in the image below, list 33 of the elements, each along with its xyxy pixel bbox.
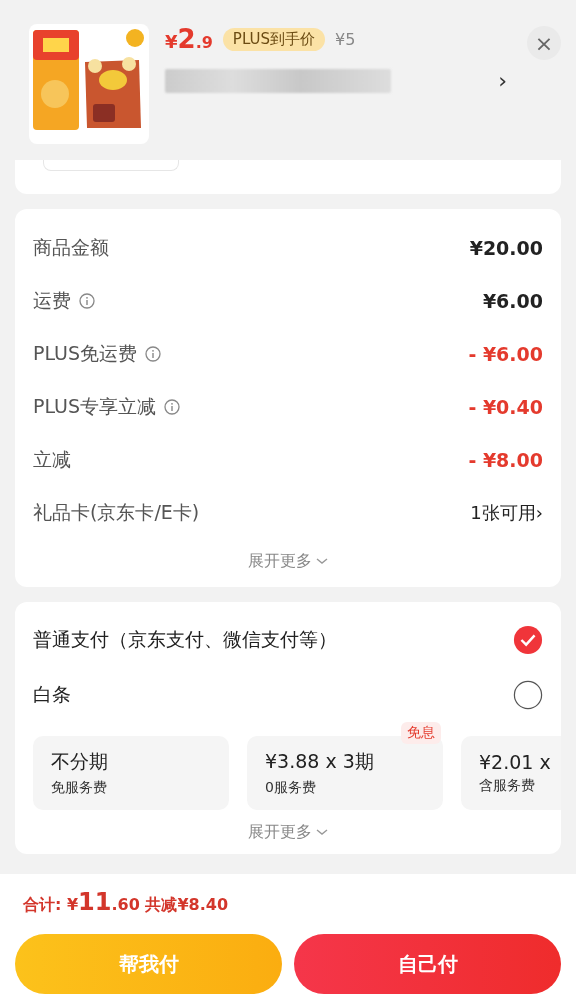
fee-value: ¥20.00 xyxy=(469,236,543,259)
interest-free-badge: 免息 xyxy=(401,722,441,744)
fee-value: ¥6.00 xyxy=(482,289,543,312)
plus-price-badge: PLUS到手价 xyxy=(222,27,325,51)
installment-card[interactable]: 不分期 免服务费 xyxy=(33,736,229,810)
fee-label: 礼品卡(京东卡/E卡) xyxy=(33,499,200,525)
fee-label: PLUS免运费 xyxy=(33,340,138,366)
price: ¥2.9 xyxy=(165,24,213,54)
close-button[interactable]: × xyxy=(527,26,561,60)
gift-card-link[interactable]: 1张可用› xyxy=(470,500,543,525)
fee-label: 运费 xyxy=(33,287,71,313)
info-icon[interactable] xyxy=(79,292,95,309)
original-price: ¥5 xyxy=(335,29,356,49)
radio-button[interactable] xyxy=(513,624,543,655)
fee-label: 商品金额 xyxy=(33,234,109,260)
pay-button[interactable]: 自己付 xyxy=(294,934,561,994)
fee-value: - ¥0.40 xyxy=(468,395,543,418)
radio-button[interactable] xyxy=(513,679,543,710)
total-amount: 合计: ¥11.60 共减¥8.40 xyxy=(23,888,230,916)
info-icon[interactable] xyxy=(164,398,181,415)
installment-card[interactable]: ¥2.01 x 含服务费 xyxy=(461,736,561,810)
chevron-down-icon[interactable] xyxy=(316,828,328,836)
payment-option[interactable]: 普通支付（京东支付、微信支付等） xyxy=(33,626,337,653)
fee-value: - ¥8.00 xyxy=(468,448,543,471)
expand-more-link[interactable]: 展开更多 xyxy=(248,821,312,843)
fee-value: - ¥6.00 xyxy=(468,342,543,365)
fee-label: PLUS专享立减 xyxy=(33,393,157,419)
fee-label: 立减 xyxy=(33,446,71,472)
info-icon[interactable] xyxy=(145,345,162,362)
payment-option[interactable]: 白条 xyxy=(33,681,71,708)
chevron-icon[interactable]: › xyxy=(498,68,511,93)
chevron-down-icon[interactable] xyxy=(316,557,328,565)
expand-more-link[interactable]: 展开更多 xyxy=(248,550,312,572)
